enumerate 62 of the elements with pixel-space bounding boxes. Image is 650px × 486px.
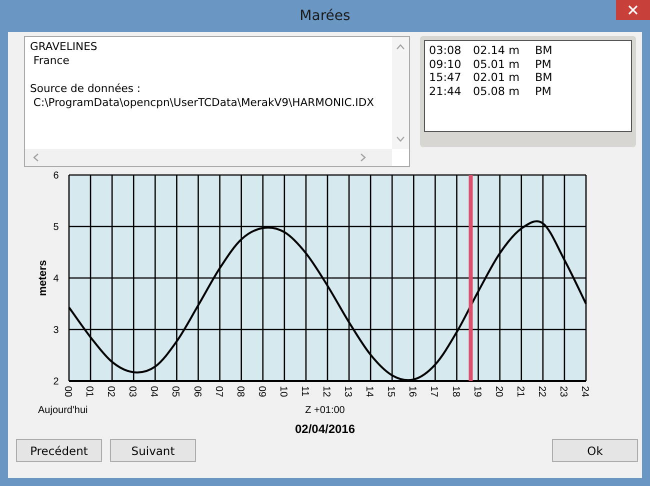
- date-label: 02/04/2016: [294, 422, 356, 436]
- close-icon: [628, 5, 638, 15]
- axis-tick-label: 02: [105, 386, 116, 398]
- scroll-down-icon[interactable]: [396, 136, 405, 142]
- scroll-left-icon[interactable]: [33, 153, 39, 162]
- axis-tick-label: 2: [53, 376, 59, 388]
- axis-tick-label: 19: [471, 386, 482, 398]
- tide-time: 21:44: [429, 84, 462, 98]
- vertical-scrollbar[interactable]: [392, 37, 409, 149]
- axis-tick-label: 06: [191, 386, 202, 398]
- axis-tick-label: 14: [364, 386, 375, 398]
- axis-tick-label: 18: [450, 386, 461, 398]
- axis-tick-label: 10: [277, 386, 288, 398]
- axis-tick-label: 09: [256, 386, 267, 398]
- axis-tick-label: 24: [579, 386, 590, 398]
- axis-tick-label: 16: [406, 386, 418, 398]
- tide-time: 15:47: [429, 71, 462, 84]
- scroll-up-icon[interactable]: [396, 44, 405, 50]
- info-line: France: [32, 54, 70, 68]
- axis-tick-label: 12: [320, 386, 332, 398]
- tide-type: PM: [535, 84, 552, 98]
- axis-tick-label: 08: [234, 386, 246, 398]
- axis-tick-label: 22: [536, 386, 547, 398]
- tide-height: 05.08 m: [473, 84, 520, 98]
- axis-tick-label: 00: [62, 386, 73, 398]
- axis-tick-label: 03: [126, 386, 138, 398]
- tide-time: 03:08: [429, 44, 462, 58]
- tide-height: 05.01 m: [473, 58, 520, 71]
- axis-tick-label: 20: [492, 386, 504, 398]
- horizontal-scrollbar[interactable]: [25, 149, 392, 166]
- axis-tick-label: 3: [53, 325, 59, 336]
- axis-tick-label: 5: [53, 222, 59, 233]
- scroll-right-icon[interactable]: [360, 153, 366, 162]
- ok-button[interactable]: Ok: [552, 439, 638, 462]
- axis-tick-label: 21: [514, 386, 526, 398]
- tide-type: BM: [535, 44, 552, 58]
- tide-time: 09:10: [429, 58, 462, 71]
- axis-tick-label: 13: [342, 386, 354, 398]
- info-line: Source de données :: [30, 82, 142, 96]
- axis-tick-label: 11: [298, 386, 310, 396]
- dialog-button[interactable]: Suivant: [110, 439, 196, 462]
- axis-tick-label: 07: [212, 386, 224, 398]
- tide-height: 02.01 m: [473, 71, 520, 84]
- dialog-button[interactable]: Precédent: [16, 439, 102, 462]
- info-line: GRAVELINES: [30, 40, 98, 54]
- axis-tick-label: 15: [385, 386, 396, 398]
- close-button[interactable]: [616, 0, 650, 20]
- tide-type: PM: [535, 58, 552, 71]
- timezone-label: Z +01:00: [305, 405, 345, 416]
- axis-tick-label: 23: [557, 386, 568, 398]
- axis-tick-label: 05: [170, 386, 181, 398]
- day-label: Aujourd'hui: [38, 405, 88, 416]
- axis-tick-label: 17: [428, 386, 440, 398]
- axis-tick-label: 04: [148, 386, 160, 398]
- axis-tick-label: 01: [84, 386, 95, 398]
- axis-tick-label: 6: [53, 170, 59, 182]
- tide-type: BM: [535, 71, 552, 84]
- window-title: Marées: [300, 8, 350, 24]
- axis-tick-label: 4: [53, 274, 59, 284]
- axis-title: meters: [37, 260, 49, 296]
- tide-height: 02.14 m: [473, 44, 520, 58]
- info-line: C:\ProgramData\opencpn\UserTCData\MerakV9\HARMONIC.IDX: [32, 96, 376, 110]
